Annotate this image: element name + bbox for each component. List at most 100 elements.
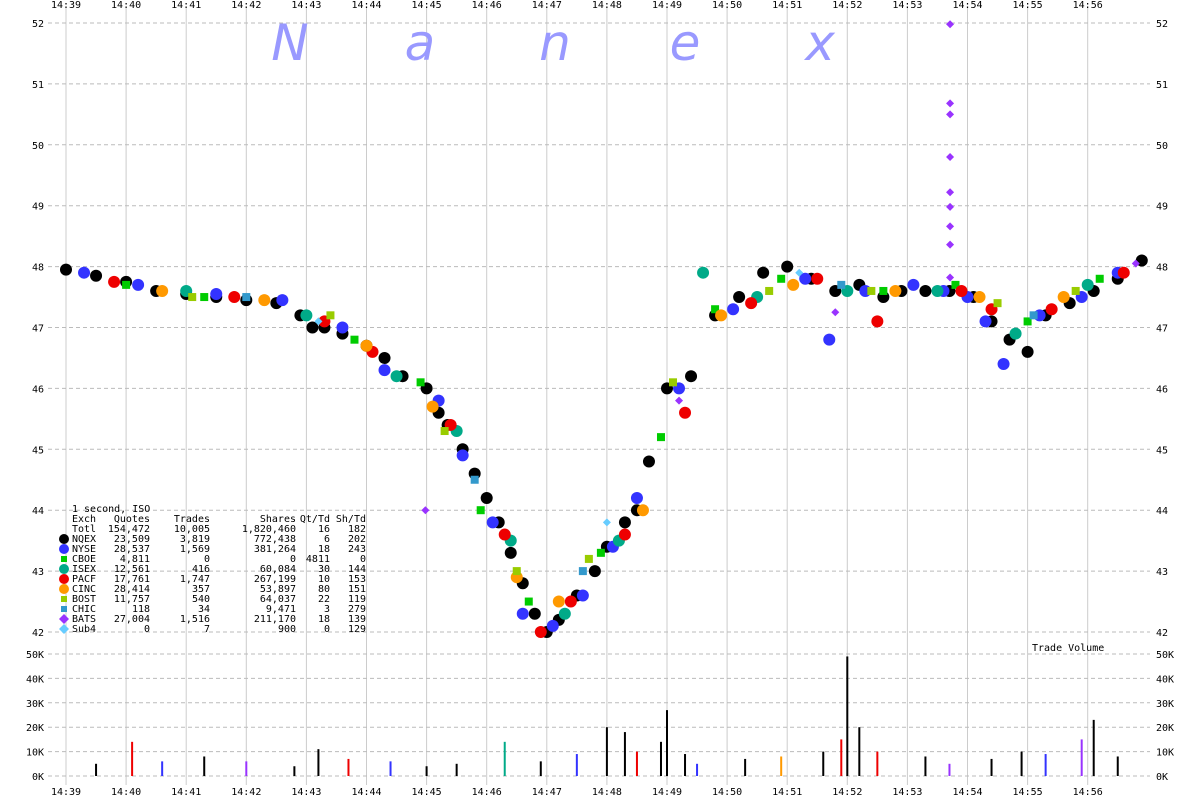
price-point-nyse xyxy=(210,288,223,301)
price-point-nyse xyxy=(727,303,740,316)
price-point-nqex xyxy=(685,370,698,383)
price-point-cboe xyxy=(656,433,665,442)
y-tick-label-right: 42 xyxy=(1156,628,1168,639)
x-tick-label-top: 14:44 xyxy=(351,0,381,11)
x-tick-label-top: 14:50 xyxy=(712,0,742,11)
x-tick-label-bottom: 14:40 xyxy=(111,787,141,798)
price-point-nyse xyxy=(997,358,1010,371)
watermark-letter-n2: n xyxy=(539,14,571,72)
price-point-cboe xyxy=(122,280,131,289)
volume-bar xyxy=(858,727,861,776)
watermark-letter-e: e xyxy=(670,14,701,72)
x-tick-label-bottom: 14:41 xyxy=(171,787,201,798)
price-point-cinc xyxy=(715,309,728,322)
x-tick-label-top: 14:41 xyxy=(171,0,201,11)
price-point-nyse xyxy=(456,449,469,462)
y-tick-label-left: 48 xyxy=(32,263,44,274)
price-point-cinc xyxy=(973,291,986,304)
x-tick-label-bottom: 14:56 xyxy=(1073,787,1103,798)
y-tick-label-left: 43 xyxy=(32,567,44,578)
volume-bar xyxy=(780,756,783,776)
legend-marker-nyse xyxy=(59,544,69,554)
price-point-nyse xyxy=(378,364,391,377)
price-point-nyse xyxy=(516,607,529,620)
legend-cell: 0 xyxy=(144,624,150,635)
price-point-cinc xyxy=(360,339,373,352)
x-tick-label-top: 14:49 xyxy=(652,0,682,11)
legend-cell: Sub4 xyxy=(72,624,96,635)
x-tick-label-top: 14:42 xyxy=(231,0,261,11)
price-point-chic xyxy=(1029,311,1038,320)
price-point-pacf xyxy=(564,595,577,608)
y-tick-label-right: 46 xyxy=(1156,384,1168,395)
price-point-pacf xyxy=(1117,266,1130,279)
price-point-pacf xyxy=(1045,303,1058,316)
volume-bar xyxy=(245,761,248,776)
x-tick-label-bottom: 14:42 xyxy=(231,787,261,798)
x-tick-label-bottom: 14:47 xyxy=(532,787,562,798)
legend-cell: 129 xyxy=(348,624,366,635)
volume-bar xyxy=(623,732,626,776)
price-point-bats xyxy=(831,308,840,317)
x-tick-label-top: 14:39 xyxy=(51,0,81,11)
price-point-nyse xyxy=(276,294,289,307)
x-tick-label-bottom: 14:51 xyxy=(772,787,802,798)
x-tick-label-top: 14:55 xyxy=(1013,0,1043,11)
price-point-pacf xyxy=(679,406,692,419)
price-point-bats xyxy=(946,240,955,249)
volume-bar xyxy=(990,758,993,776)
price-point-isex xyxy=(697,266,710,279)
price-point-nyse xyxy=(907,278,920,291)
y-tick-label-left: 45 xyxy=(32,445,44,456)
y-tick-label-right: 45 xyxy=(1156,445,1168,456)
volume-y-tick-label-right: 0K xyxy=(1156,772,1168,783)
price-point-nqex xyxy=(60,263,72,276)
price-point-nqex xyxy=(642,455,655,468)
volume-bar xyxy=(317,749,320,776)
price-point-cboe xyxy=(879,286,888,295)
price-point-cinc xyxy=(787,278,800,291)
price-point-cboe xyxy=(1095,274,1104,283)
price-point-pacf xyxy=(811,272,824,285)
volume-y-tick-label-right: 40K xyxy=(1156,674,1174,685)
price-point-isex xyxy=(300,309,313,322)
price-point-nqex xyxy=(757,266,770,279)
volume-bar xyxy=(1092,719,1095,776)
volume-title: Trade Volume xyxy=(1032,643,1104,654)
price-point-bats xyxy=(946,99,955,108)
price-point-nyse xyxy=(132,278,145,291)
volume-bar xyxy=(744,758,747,776)
price-point-cinc xyxy=(156,284,169,297)
price-point-cboe xyxy=(777,274,786,283)
x-tick-label-top: 14:52 xyxy=(832,0,862,11)
legend-marker-sub4 xyxy=(59,624,69,634)
price-point-chic xyxy=(578,567,587,576)
price-point-pacf xyxy=(871,315,884,328)
price-point-nqex xyxy=(919,284,932,297)
price-point-pacf xyxy=(618,528,631,541)
price-point-cboe xyxy=(476,506,485,515)
volume-bar xyxy=(455,763,458,776)
y-tick-label-right: 48 xyxy=(1156,263,1168,274)
price-point-bost xyxy=(326,311,335,320)
x-tick-label-top: 14:47 xyxy=(532,0,562,11)
price-point-pacf xyxy=(228,291,241,304)
x-tick-label-bottom: 14:53 xyxy=(892,787,922,798)
price-point-chic xyxy=(470,475,479,484)
price-point-cinc xyxy=(258,294,271,307)
price-point-isex xyxy=(1009,327,1022,340)
x-tick-label-top: 14:40 xyxy=(111,0,141,11)
y-tick-label-left: 44 xyxy=(32,506,44,517)
volume-bar xyxy=(575,754,578,776)
volume-y-tick-label-right: 30K xyxy=(1156,699,1174,710)
volume-bar xyxy=(666,710,668,776)
x-tick-label-bottom: 14:45 xyxy=(412,787,442,798)
price-point-bost xyxy=(440,427,449,436)
volume-bar xyxy=(347,758,350,776)
price-point-pacf xyxy=(955,284,968,297)
price-point-bats xyxy=(946,273,955,282)
price-point-cinc xyxy=(1057,291,1070,304)
volume-y-tick-label-right: 10K xyxy=(1156,748,1174,759)
legend-cell: 900 xyxy=(278,624,296,635)
x-tick-label-top: 14:48 xyxy=(592,0,622,11)
